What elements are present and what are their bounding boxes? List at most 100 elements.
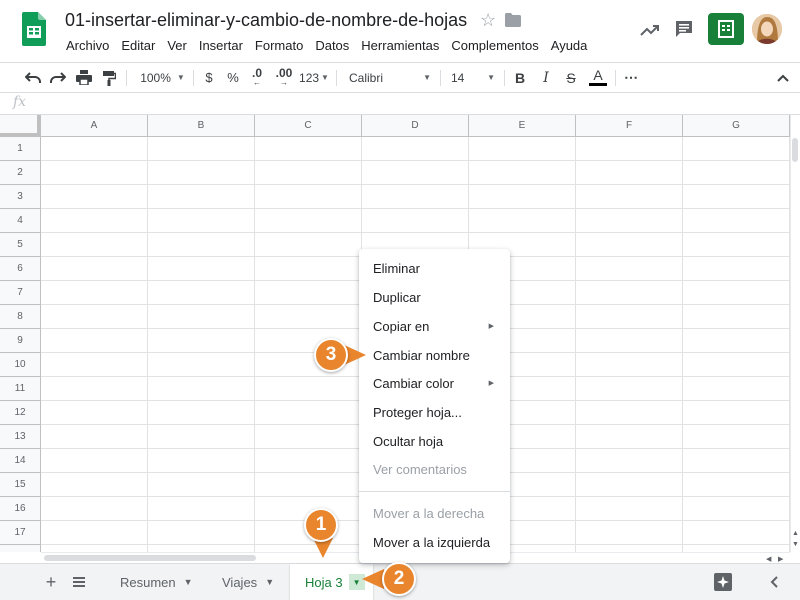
row-header[interactable]: 3 [0, 185, 41, 209]
select-all-corner[interactable] [0, 115, 41, 137]
decrease-decimal-label: .0 [251, 65, 262, 80]
sheets-logo-icon[interactable] [22, 12, 46, 46]
row-header[interactable]: 7 [0, 281, 41, 305]
explore-icon[interactable] [712, 564, 734, 600]
menu-item-mover-izquierda[interactable]: Mover a la izquierda [359, 528, 510, 556]
column-header-b[interactable]: B [148, 115, 255, 137]
font-family-value: Calibri [349, 70, 384, 85]
more-options-button[interactable]: ⋯ [621, 63, 641, 92]
menu-item-copiar-en[interactable]: Copiar en ▶ [359, 312, 510, 340]
zoom-select[interactable]: 100% ▼ [135, 63, 190, 92]
bold-button[interactable]: B [511, 63, 529, 92]
row-header[interactable]: 1 [0, 137, 41, 161]
row-header[interactable]: 13 [0, 425, 41, 449]
share-button[interactable] [708, 13, 744, 45]
document-title[interactable]: 01-insertar-eliminar-y-cambio-de-nombre-… [65, 10, 467, 31]
row-header[interactable]: 15 [0, 473, 41, 497]
column-header-d[interactable]: D [362, 115, 469, 137]
menu-item-cambiar-color[interactable]: Cambiar color ▶ [359, 369, 510, 397]
column-header-g[interactable]: G [683, 115, 790, 137]
menu-item-ocultar-hoja[interactable]: Ocultar hoja [359, 427, 510, 455]
font-family-select[interactable]: Calibri ▼ [345, 63, 435, 92]
redo-icon[interactable] [47, 63, 69, 92]
menu-archivo[interactable]: Archivo [60, 36, 115, 55]
strikethrough-button[interactable]: S [562, 63, 580, 92]
row-header[interactable]: 10 [0, 353, 41, 377]
toolbar-divider [126, 70, 127, 86]
arrow-right-icon: → [280, 77, 288, 87]
row-header[interactable]: 6 [0, 257, 41, 281]
user-avatar[interactable] [752, 14, 782, 44]
menu-insertar[interactable]: Insertar [193, 36, 249, 55]
increase-decimal-button[interactable]: .00 → [273, 63, 295, 92]
menu-divider [359, 491, 510, 492]
sheet-tab-label: Hoja 3 [305, 574, 343, 590]
font-size-select[interactable]: 14 ▼ [447, 63, 499, 92]
step-callout-3: 3 [314, 338, 348, 372]
sheet-tab-resumen[interactable]: Resumen ▼ [108, 564, 208, 600]
menu-bar: Archivo Editar Ver Insertar Formato Dato… [60, 36, 593, 55]
number-format-select[interactable]: 123 ▼ [299, 63, 329, 92]
menu-formato[interactable]: Formato [249, 36, 309, 55]
italic-button[interactable]: I [537, 63, 555, 92]
vertical-scroll-thumb[interactable] [792, 138, 798, 162]
column-header-f[interactable]: F [576, 115, 683, 137]
vertical-scrollbar[interactable] [790, 115, 800, 552]
row-header[interactable]: 16 [0, 497, 41, 521]
chevron-down-icon: ▼ [423, 73, 431, 82]
menu-datos[interactable]: Datos [309, 36, 355, 55]
row-header[interactable]: 4 [0, 209, 41, 233]
row-header[interactable]: 2 [0, 161, 41, 185]
chevron-down-icon: ▼ [176, 73, 185, 82]
row-header[interactable]: 17 [0, 521, 41, 545]
text-color-button[interactable]: A [587, 63, 609, 92]
menu-item-label: Cambiar color [373, 375, 454, 391]
column-header-a[interactable]: A [41, 115, 148, 137]
collapse-menus-icon[interactable] [774, 63, 792, 92]
menu-item-cambiar-nombre[interactable]: Cambiar nombre [359, 341, 510, 369]
row-header[interactable]: 5 [0, 233, 41, 257]
side-panel-toggle-icon[interactable] [766, 564, 782, 600]
scroll-down-icon[interactable]: ▼ [792, 541, 799, 548]
paint-format-icon[interactable] [98, 63, 120, 92]
column-header-c[interactable]: C [255, 115, 362, 137]
horizontal-scroll-thumb[interactable] [44, 555, 256, 561]
print-icon[interactable] [73, 63, 95, 92]
menu-item-label: Ocultar hoja [373, 433, 444, 449]
comments-icon[interactable] [674, 19, 694, 39]
menu-herramientas[interactable]: Herramientas [355, 36, 445, 55]
scroll-up-icon[interactable]: ▲ [792, 530, 799, 537]
menu-item-duplicar[interactable]: Duplicar [359, 283, 510, 311]
row-header[interactable]: 12 [0, 401, 41, 425]
scroll-right-icon[interactable]: ▶ [778, 555, 783, 563]
decrease-decimal-button[interactable]: .0 ← [246, 63, 268, 92]
all-sheets-icon[interactable] [70, 564, 88, 600]
menu-ayuda[interactable]: Ayuda [545, 36, 594, 55]
row-header[interactable] [0, 545, 41, 552]
scroll-left-icon[interactable]: ◀ [766, 555, 771, 563]
column-header-e[interactable]: E [469, 115, 576, 137]
sheet-tab-viajes[interactable]: Viajes ▼ [208, 564, 290, 600]
menu-ver[interactable]: Ver [161, 36, 193, 55]
chevron-down-icon: ▼ [487, 73, 495, 82]
menu-editar[interactable]: Editar [115, 36, 161, 55]
row-header[interactable]: 9 [0, 329, 41, 353]
menu-item-eliminar[interactable]: Eliminar [359, 254, 510, 282]
currency-format-button[interactable]: $ [200, 63, 218, 92]
menu-item-label: Mover a la izquierda [373, 534, 491, 550]
submenu-arrow-icon: ▶ [488, 380, 494, 387]
percent-format-button[interactable]: % [224, 63, 242, 92]
submenu-arrow-icon: ▶ [488, 323, 494, 330]
row-header[interactable]: 11 [0, 377, 41, 401]
fx-icon: fx [13, 94, 27, 110]
menu-complementos[interactable]: Complementos [445, 36, 544, 55]
formula-bar[interactable]: fx [0, 93, 800, 115]
undo-icon[interactable] [22, 63, 44, 92]
explore-trend-icon[interactable] [640, 20, 660, 40]
folder-icon[interactable] [505, 13, 521, 27]
row-header[interactable]: 14 [0, 449, 41, 473]
star-icon[interactable]: ☆ [480, 10, 496, 31]
add-sheet-icon[interactable]: + [42, 564, 60, 600]
row-header[interactable]: 8 [0, 305, 41, 329]
menu-item-proteger-hoja[interactable]: Proteger hoja... [359, 398, 510, 426]
